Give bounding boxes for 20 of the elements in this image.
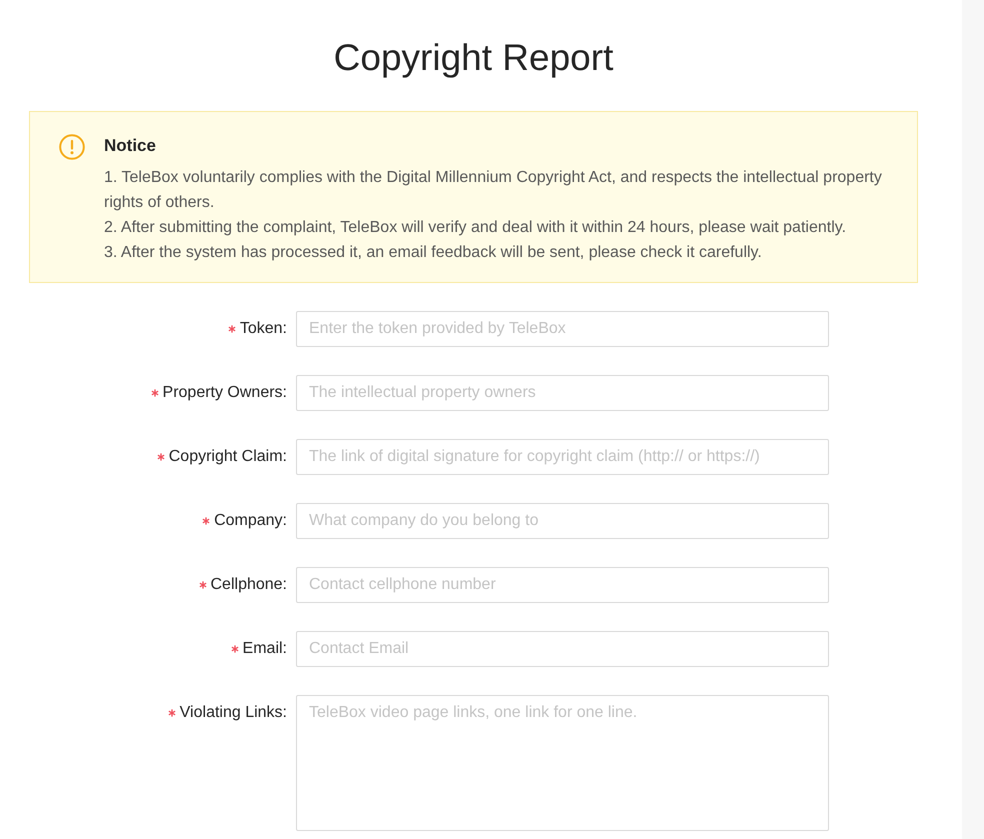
notice-text: 3. After the system has processed it, an email feedback will be sent, please check it carefully.	[104, 243, 762, 263]
field-label: Cellphone:	[210, 575, 287, 595]
field-label: Copyright Claim:	[168, 447, 287, 467]
notice-title: Notice	[104, 135, 156, 157]
text-input-field[interactable]: Enter the token provided by TeleBox	[296, 311, 829, 347]
field-label: Email:	[242, 639, 287, 659]
notice-text: 1. TeleBox voluntarily complies with the Digital Millennium Copyright Act, and respects the intellectual property rights of others.	[104, 168, 883, 213]
text-input-field[interactable]: What company do you belong to	[296, 503, 829, 539]
field-label: Property Owners:	[162, 383, 287, 403]
text-input-field[interactable]: The intellectual property owners	[296, 375, 829, 411]
warning-icon	[59, 134, 85, 160]
field-label: Company:	[214, 511, 287, 531]
field-label: Token:	[240, 319, 287, 339]
text-input-field[interactable]: Contact Email	[296, 631, 829, 667]
text-input-field[interactable]: The link of digital signature for copyright claim (http:// or https://)	[296, 439, 829, 475]
text-area-field[interactable]: TeleBox video page links, one link for one line.	[296, 695, 829, 831]
field-label: Violating Links:	[180, 703, 287, 723]
text-input-field[interactable]: Contact cellphone number	[296, 567, 829, 603]
page-title: Copyright Report	[334, 36, 614, 79]
notice-text: 2. After submitting the complaint, TeleBox will verify and deal with it within 24 hours, please wait patiently.	[104, 218, 846, 238]
